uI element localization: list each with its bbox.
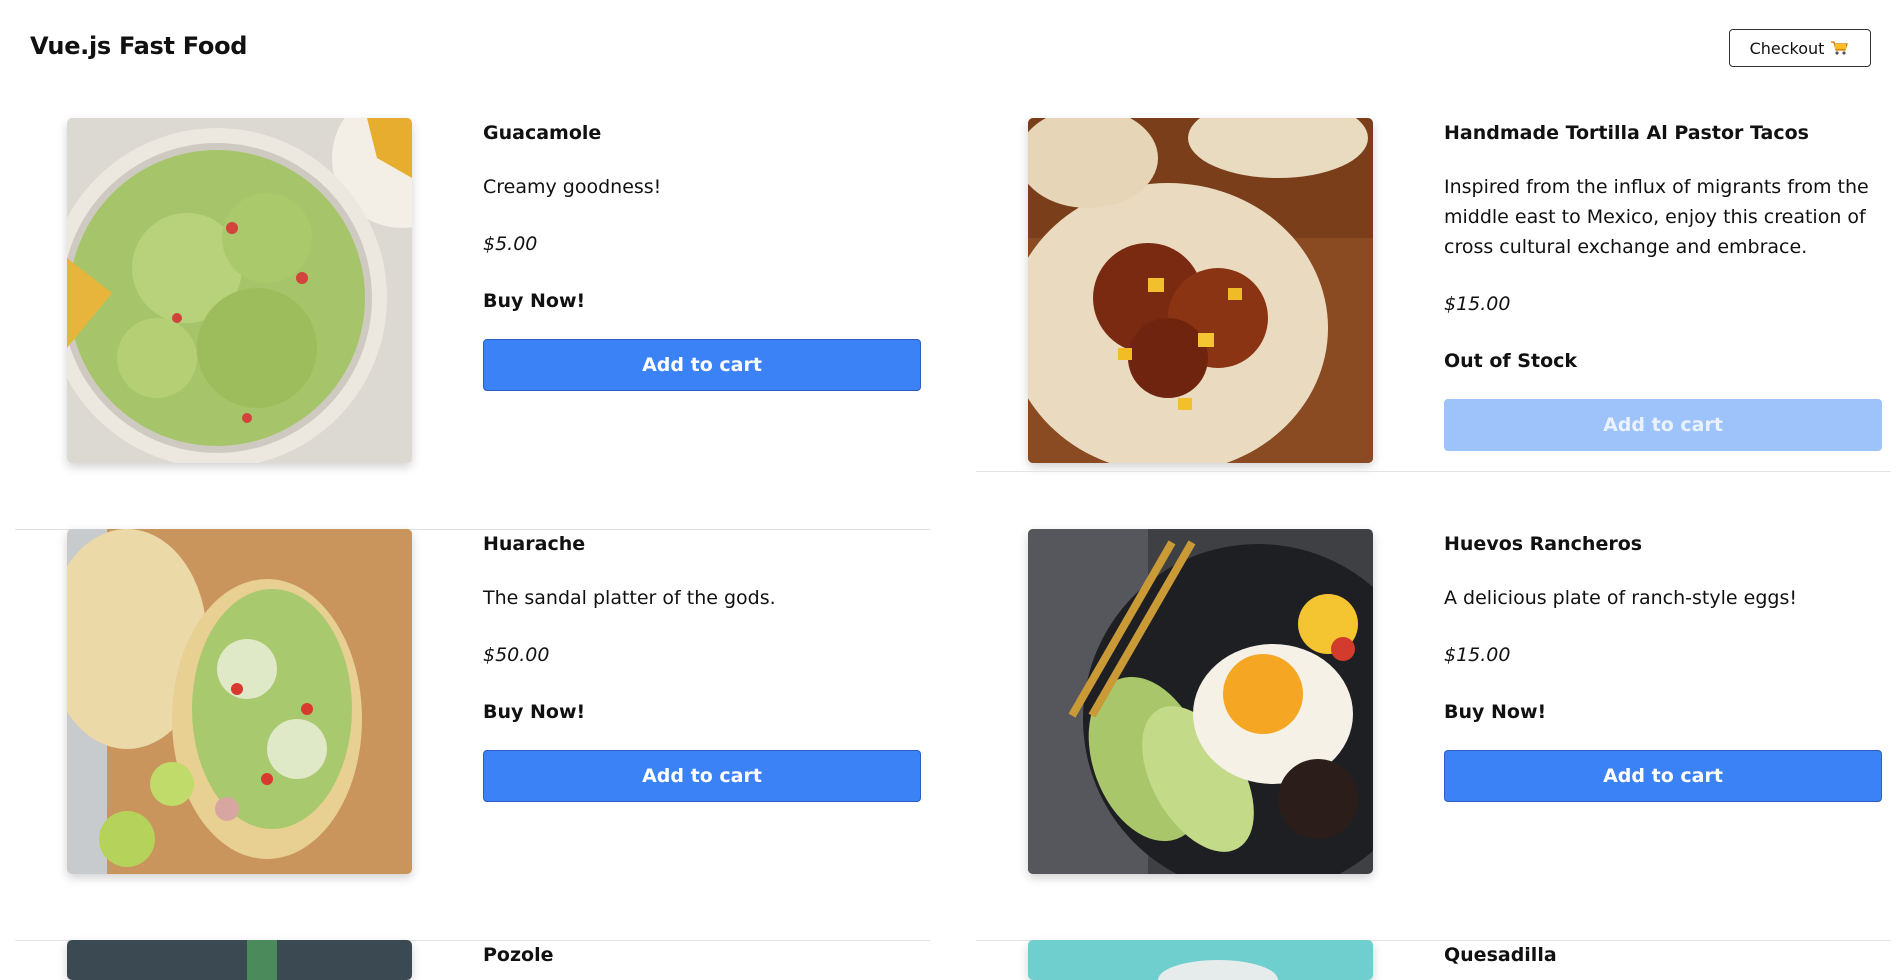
product-stock-status: Buy Now!	[483, 701, 586, 723]
product-price: $5.00	[483, 233, 538, 255]
product-stock-status: Buy Now!	[1444, 701, 1547, 723]
product-image-pozole	[67, 940, 412, 980]
product-name: Quesadilla	[1444, 944, 1557, 966]
product-image-quesadilla	[1028, 940, 1373, 980]
product-price: $15.00	[1444, 293, 1511, 315]
product-card-tacos: Handmade Tortilla Al Pastor Tacos Inspir…	[976, 118, 1891, 472]
product-image-huevos-rancheros	[1028, 529, 1373, 874]
add-to-cart-button-disabled[interactable]: Add to cart	[1444, 399, 1882, 451]
product-stock-status: Buy Now!	[483, 290, 586, 312]
product-card-huevos-rancheros: Huevos Rancheros A delicious plate of ra…	[976, 529, 1891, 941]
product-image-guacamole	[67, 118, 412, 463]
cart-icon	[1830, 40, 1850, 56]
checkout-button[interactable]: Checkout	[1729, 29, 1871, 67]
add-to-cart-button[interactable]: Add to cart	[483, 750, 921, 802]
checkout-label: Checkout	[1749, 38, 1825, 58]
product-name: Guacamole	[483, 122, 602, 144]
product-price: $50.00	[483, 644, 550, 666]
product-image-tacos	[1028, 118, 1373, 463]
product-info: Quesadilla	[1444, 940, 1884, 967]
product-card-huarache: Huarache The sandal platter of the gods.…	[15, 529, 930, 941]
add-to-cart-button[interactable]: Add to cart	[1444, 750, 1882, 802]
product-name: Handmade Tortilla Al Pastor Tacos	[1444, 122, 1809, 144]
product-description: Inspired from the influx of migrants fro…	[1444, 176, 1869, 258]
product-info: Guacamole Creamy goodness! $5.00 Buy Now…	[483, 118, 923, 391]
product-card-guacamole: Guacamole Creamy goodness! $5.00 Buy Now…	[15, 118, 930, 530]
product-name: Pozole	[483, 944, 554, 966]
product-info: Pozole	[483, 940, 923, 967]
product-info: Huarache The sandal platter of the gods.…	[483, 529, 923, 802]
product-stock-status: Out of Stock	[1444, 350, 1578, 372]
product-description: A delicious plate of ranch-style eggs!	[1444, 587, 1797, 609]
product-card-quesadilla: Quesadilla	[976, 940, 1891, 980]
app-title: Vue.js Fast Food	[30, 32, 248, 60]
product-divider	[976, 471, 1891, 472]
product-description: The sandal platter of the gods.	[483, 587, 776, 609]
product-info: Handmade Tortilla Al Pastor Tacos Inspir…	[1444, 118, 1884, 451]
product-info: Huevos Rancheros A delicious plate of ra…	[1444, 529, 1884, 802]
app-header: Vue.js Fast Food Checkout	[0, 0, 1903, 96]
product-name: Huevos Rancheros	[1444, 533, 1643, 555]
product-image-huarache	[67, 529, 412, 874]
add-to-cart-button[interactable]: Add to cart	[483, 339, 921, 391]
product-description: Creamy goodness!	[483, 176, 662, 198]
product-card-pozole: Pozole	[15, 940, 930, 980]
product-name: Huarache	[483, 533, 586, 555]
product-price: $15.00	[1444, 644, 1511, 666]
